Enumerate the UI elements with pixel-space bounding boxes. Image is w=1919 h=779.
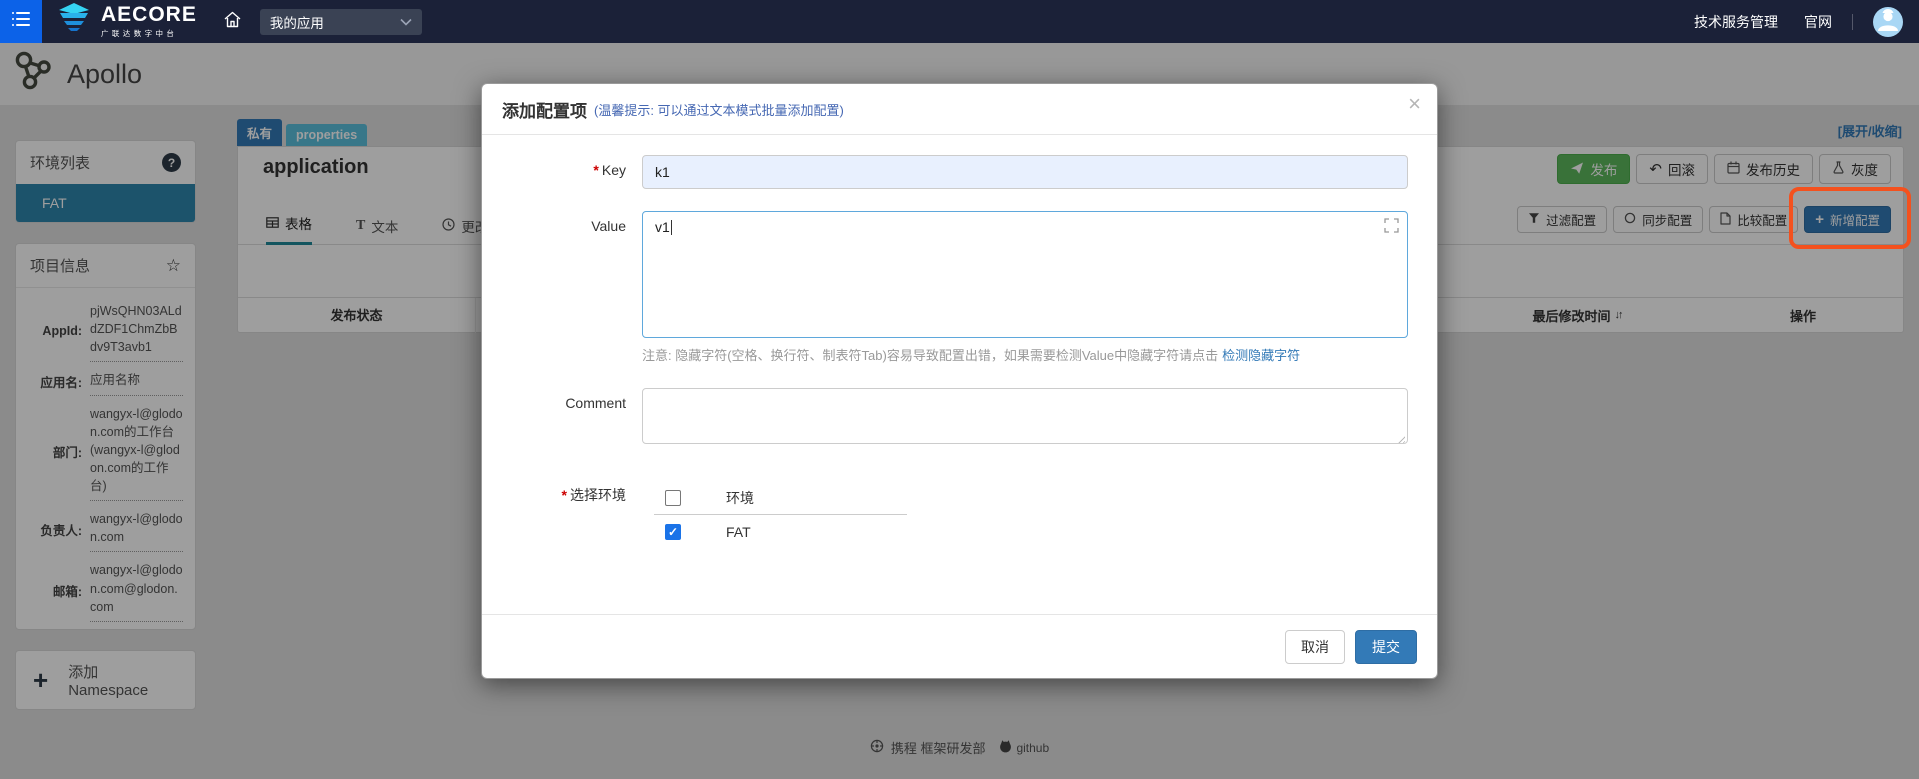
env-checkbox-fat[interactable]: ✓ [665, 524, 681, 540]
key-label: *Key [482, 155, 642, 189]
text-caret [671, 220, 672, 235]
required-mark: * [593, 162, 598, 178]
app-select[interactable]: 我的应用 [260, 9, 422, 35]
fullscreen-expand-icon[interactable] [1330, 218, 1399, 233]
modal-title-hint: (温馨提示: 可以通过文本模式批量添加配置) [594, 100, 844, 119]
modal-title: 添加配置项 [502, 97, 587, 122]
env-label: *选择环境 [482, 481, 642, 549]
tech-service-link[interactable]: 技术服务管理 [1694, 12, 1778, 32]
hidden-char-note: 注意: 隐藏字符(空格、换行符、制表符Tab)容易导致配置出错，如果需要检测Va… [642, 345, 1408, 364]
home-button[interactable] [223, 10, 242, 34]
brand-subtitle: 广联达数字中台 [101, 28, 197, 39]
comment-label: Comment [482, 388, 642, 449]
topbar-divider [1852, 14, 1853, 30]
chevron-down-icon [400, 14, 412, 29]
value-text: v1 [655, 219, 670, 235]
user-avatar[interactable] [1873, 7, 1903, 37]
modal-body: *Key Value v1 [482, 135, 1437, 549]
aecore-logo-icon [56, 2, 92, 41]
env-option-label: FAT [726, 524, 751, 540]
value-label: Value [482, 211, 642, 364]
modal-header: 添加配置项 (温馨提示: 可以通过文本模式批量添加配置) × [482, 84, 1437, 135]
key-input[interactable] [642, 155, 1408, 189]
env-form-row: *选择环境 环境 ✓ FAT [482, 481, 1408, 549]
key-form-row: *Key [482, 155, 1408, 189]
value-textarea[interactable]: v1 [642, 211, 1408, 338]
brand-name: AECORE [101, 4, 197, 25]
cancel-button[interactable]: 取消 [1285, 630, 1345, 664]
env-options-list: 环境 ✓ FAT [654, 481, 907, 549]
home-icon [223, 10, 242, 34]
menu-icon [11, 10, 31, 33]
submit-button[interactable]: 提交 [1355, 630, 1417, 664]
app-select-value: 我的应用 [270, 12, 324, 32]
env-option-fat: ✓ FAT [654, 515, 907, 549]
required-mark: * [562, 487, 567, 503]
official-site-link[interactable]: 官网 [1804, 12, 1832, 32]
env-checkbox-all[interactable] [665, 490, 681, 506]
comment-textarea[interactable] [642, 388, 1408, 444]
value-form-row: Value v1 注意: 隐藏字符(空格、换行符、制表符Tab)容易导致配置出错… [482, 211, 1408, 364]
modal-footer: 取消 提交 [482, 614, 1437, 678]
add-config-modal: 添加配置项 (温馨提示: 可以通过文本模式批量添加配置) × *Key Valu… [481, 83, 1438, 679]
page: AECORE 广联达数字中台 我的应用 技术服务管理 官网 [0, 0, 1919, 779]
detect-hidden-char-link[interactable]: 检测隐藏字符 [1222, 348, 1300, 363]
close-icon[interactable]: × [1408, 93, 1421, 115]
env-option-header: 环境 [654, 481, 907, 515]
aecore-logo[interactable]: AECORE 广联达数字中台 [56, 2, 197, 41]
comment-form-row: Comment [482, 388, 1408, 449]
annotation-highlight-box [1789, 187, 1911, 249]
portal-topbar: AECORE 广联达数字中台 我的应用 技术服务管理 官网 [0, 0, 1919, 43]
menu-button[interactable] [0, 0, 42, 43]
user-avatar-icon [1873, 7, 1903, 37]
env-option-label: 环境 [726, 488, 754, 508]
